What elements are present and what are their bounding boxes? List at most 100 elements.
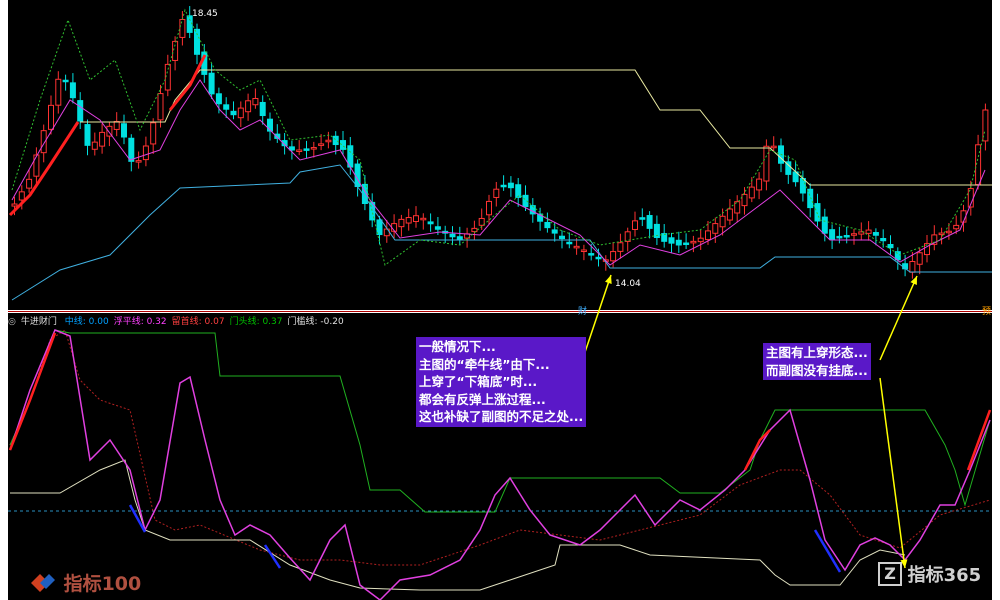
candle-body [142,145,149,161]
candle-body [259,101,266,117]
candle-body [953,224,960,230]
candle-body [668,237,675,244]
candle-body [245,100,252,113]
candle-body [449,233,456,238]
candle-body [559,235,565,240]
candle-body [829,229,836,240]
candle-body [332,135,339,146]
candle-body [690,240,697,244]
candle-body [427,221,434,225]
indicator-legend: ◎ 牛进财门 中线: 0.00 浮平线: 0.32 留首线: 0.07 门头线: 0.3… [8,316,354,328]
candle-body [916,252,923,265]
candle-body [376,219,383,236]
candle-body [84,124,91,146]
candle-body [121,123,127,138]
candle-body [843,235,850,238]
candle-body [646,215,653,229]
candle-body [237,107,244,119]
candle-body [726,208,733,221]
candle-body [208,72,215,95]
candle-body [712,223,719,234]
logo-right-text: 指标365 [907,565,982,586]
candle-body [456,236,463,240]
candle-body [851,233,857,236]
indicator-params: 中线: 0.00 浮平线: 0.32 留首线: 0.07 门头线: 0.37 门槛线: … [65,317,349,327]
indicator-param-2: 留首线: 0.07 [171,317,225,327]
candle-body [179,19,186,38]
candle-body [252,98,259,106]
candle-body [99,131,106,147]
indicator-toggle-icon[interactable]: ◎ [8,317,16,327]
candle-body [18,191,25,201]
candle-body [413,215,419,223]
logo-left-text: 指标100 [63,573,142,595]
candle-body [405,217,412,224]
candle-body [325,139,332,143]
candle-body [945,230,952,234]
indicator-param-3: 门头线: 0.37 [229,317,283,327]
candle-body [157,93,164,121]
candle-body [69,82,76,99]
candle-body [507,182,514,189]
candle-body [770,145,777,149]
candle-body [398,218,405,228]
indicator-name[interactable]: 牛进财门 [21,317,57,327]
candle-body [172,40,179,61]
annotation-right: 主图有上穿形态... 而副图没有挂底... [763,343,871,380]
candle-body [697,237,704,243]
logo-right-icon: Z [878,562,902,586]
candle-body [887,244,894,249]
candle-body [26,178,33,189]
candle-body [573,245,580,249]
candle-body [807,188,814,209]
candle-body [223,104,230,110]
candle-body [588,253,595,256]
high-price-label: 18.45 [192,9,218,19]
chart-stage: 18.45 14.04 财 预 ◎ 牛进财门 中线: 0.00 浮平线: 0.32 留… [0,0,1000,600]
candle-body [741,193,748,207]
candle-body [420,217,427,221]
candle-body [48,104,54,130]
candle-body [814,203,821,222]
low-price-label: 14.04 [615,279,641,289]
candle-body [471,227,478,233]
candle-body [821,216,828,234]
candle-body [872,232,879,236]
candle-body [705,230,711,241]
candle-body [515,184,522,198]
candle-body [580,249,587,252]
candle-body [318,143,325,146]
candle-body [748,186,755,199]
forecast-tag: 预 [982,307,992,317]
candle-body [763,145,770,182]
candle-body [865,229,872,234]
candle-body [91,141,98,150]
candle-body [55,78,62,106]
logo-left: 指标100 [28,569,141,596]
candle-body [836,235,843,239]
candle-body [719,215,726,228]
candle-body [486,200,492,216]
candle-body [128,137,135,162]
candle-body [33,154,40,177]
candle-body [62,79,69,83]
candle-body [434,226,441,230]
indicator-param-1: 浮平线: 0.32 [113,317,167,327]
candle-body [617,242,624,252]
candle-body [595,256,602,260]
candle-body [938,232,945,236]
finance-tag: 财 [578,307,588,317]
candle-body [135,160,142,163]
candle-body [11,203,18,207]
candle-body [639,217,646,220]
indicator-param-4: 门槛线: -0.20 [287,317,344,327]
candle-body [566,241,573,245]
candle-body [632,220,638,230]
candle-body [150,122,157,145]
candle-body [310,147,317,150]
candle-body [551,229,558,234]
indicator-param-0: 中线: 0.00 [64,317,109,327]
logo-left-icon [31,573,55,592]
candle-body [296,149,303,152]
candle-body [756,178,763,191]
